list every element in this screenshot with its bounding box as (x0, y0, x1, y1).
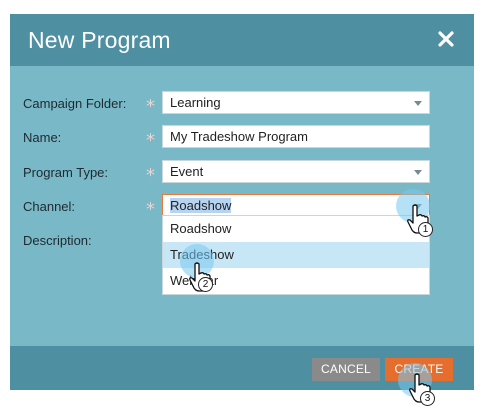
dialog-header: New Program (10, 14, 474, 66)
name-value: My Tradeshow Program (170, 129, 308, 144)
channel-option-roadshow[interactable]: Roadshow (163, 216, 429, 242)
step-badge: 2 (198, 277, 213, 292)
campaign-folder-value: Learning (170, 95, 221, 110)
program-type-select[interactable]: Event (162, 160, 430, 183)
required-asterisk: * (146, 130, 155, 151)
name-label: Name: (23, 130, 62, 145)
required-asterisk: * (146, 96, 155, 117)
step-badge: 1 (418, 222, 433, 237)
chevron-down-icon (414, 170, 422, 175)
channel-value: Roadshow (170, 198, 232, 213)
close-icon[interactable] (436, 27, 456, 51)
channel-label: Channel: (23, 199, 76, 214)
step-badge: 3 (420, 391, 435, 406)
description-label: Description: (23, 233, 92, 248)
channel-select[interactable]: Roadshow (162, 194, 430, 217)
required-asterisk: * (146, 165, 155, 186)
name-input[interactable]: My Tradeshow Program (162, 125, 430, 148)
chevron-down-icon (414, 101, 422, 106)
campaign-folder-select[interactable]: Learning (162, 91, 430, 114)
dialog-title: New Program (28, 27, 171, 53)
program-type-value: Event (170, 164, 204, 179)
cancel-button[interactable]: CANCEL (312, 358, 380, 381)
required-asterisk: * (146, 199, 155, 220)
program-type-label: Program Type: (23, 165, 109, 180)
campaign-folder-label: Campaign Folder: (23, 96, 127, 111)
